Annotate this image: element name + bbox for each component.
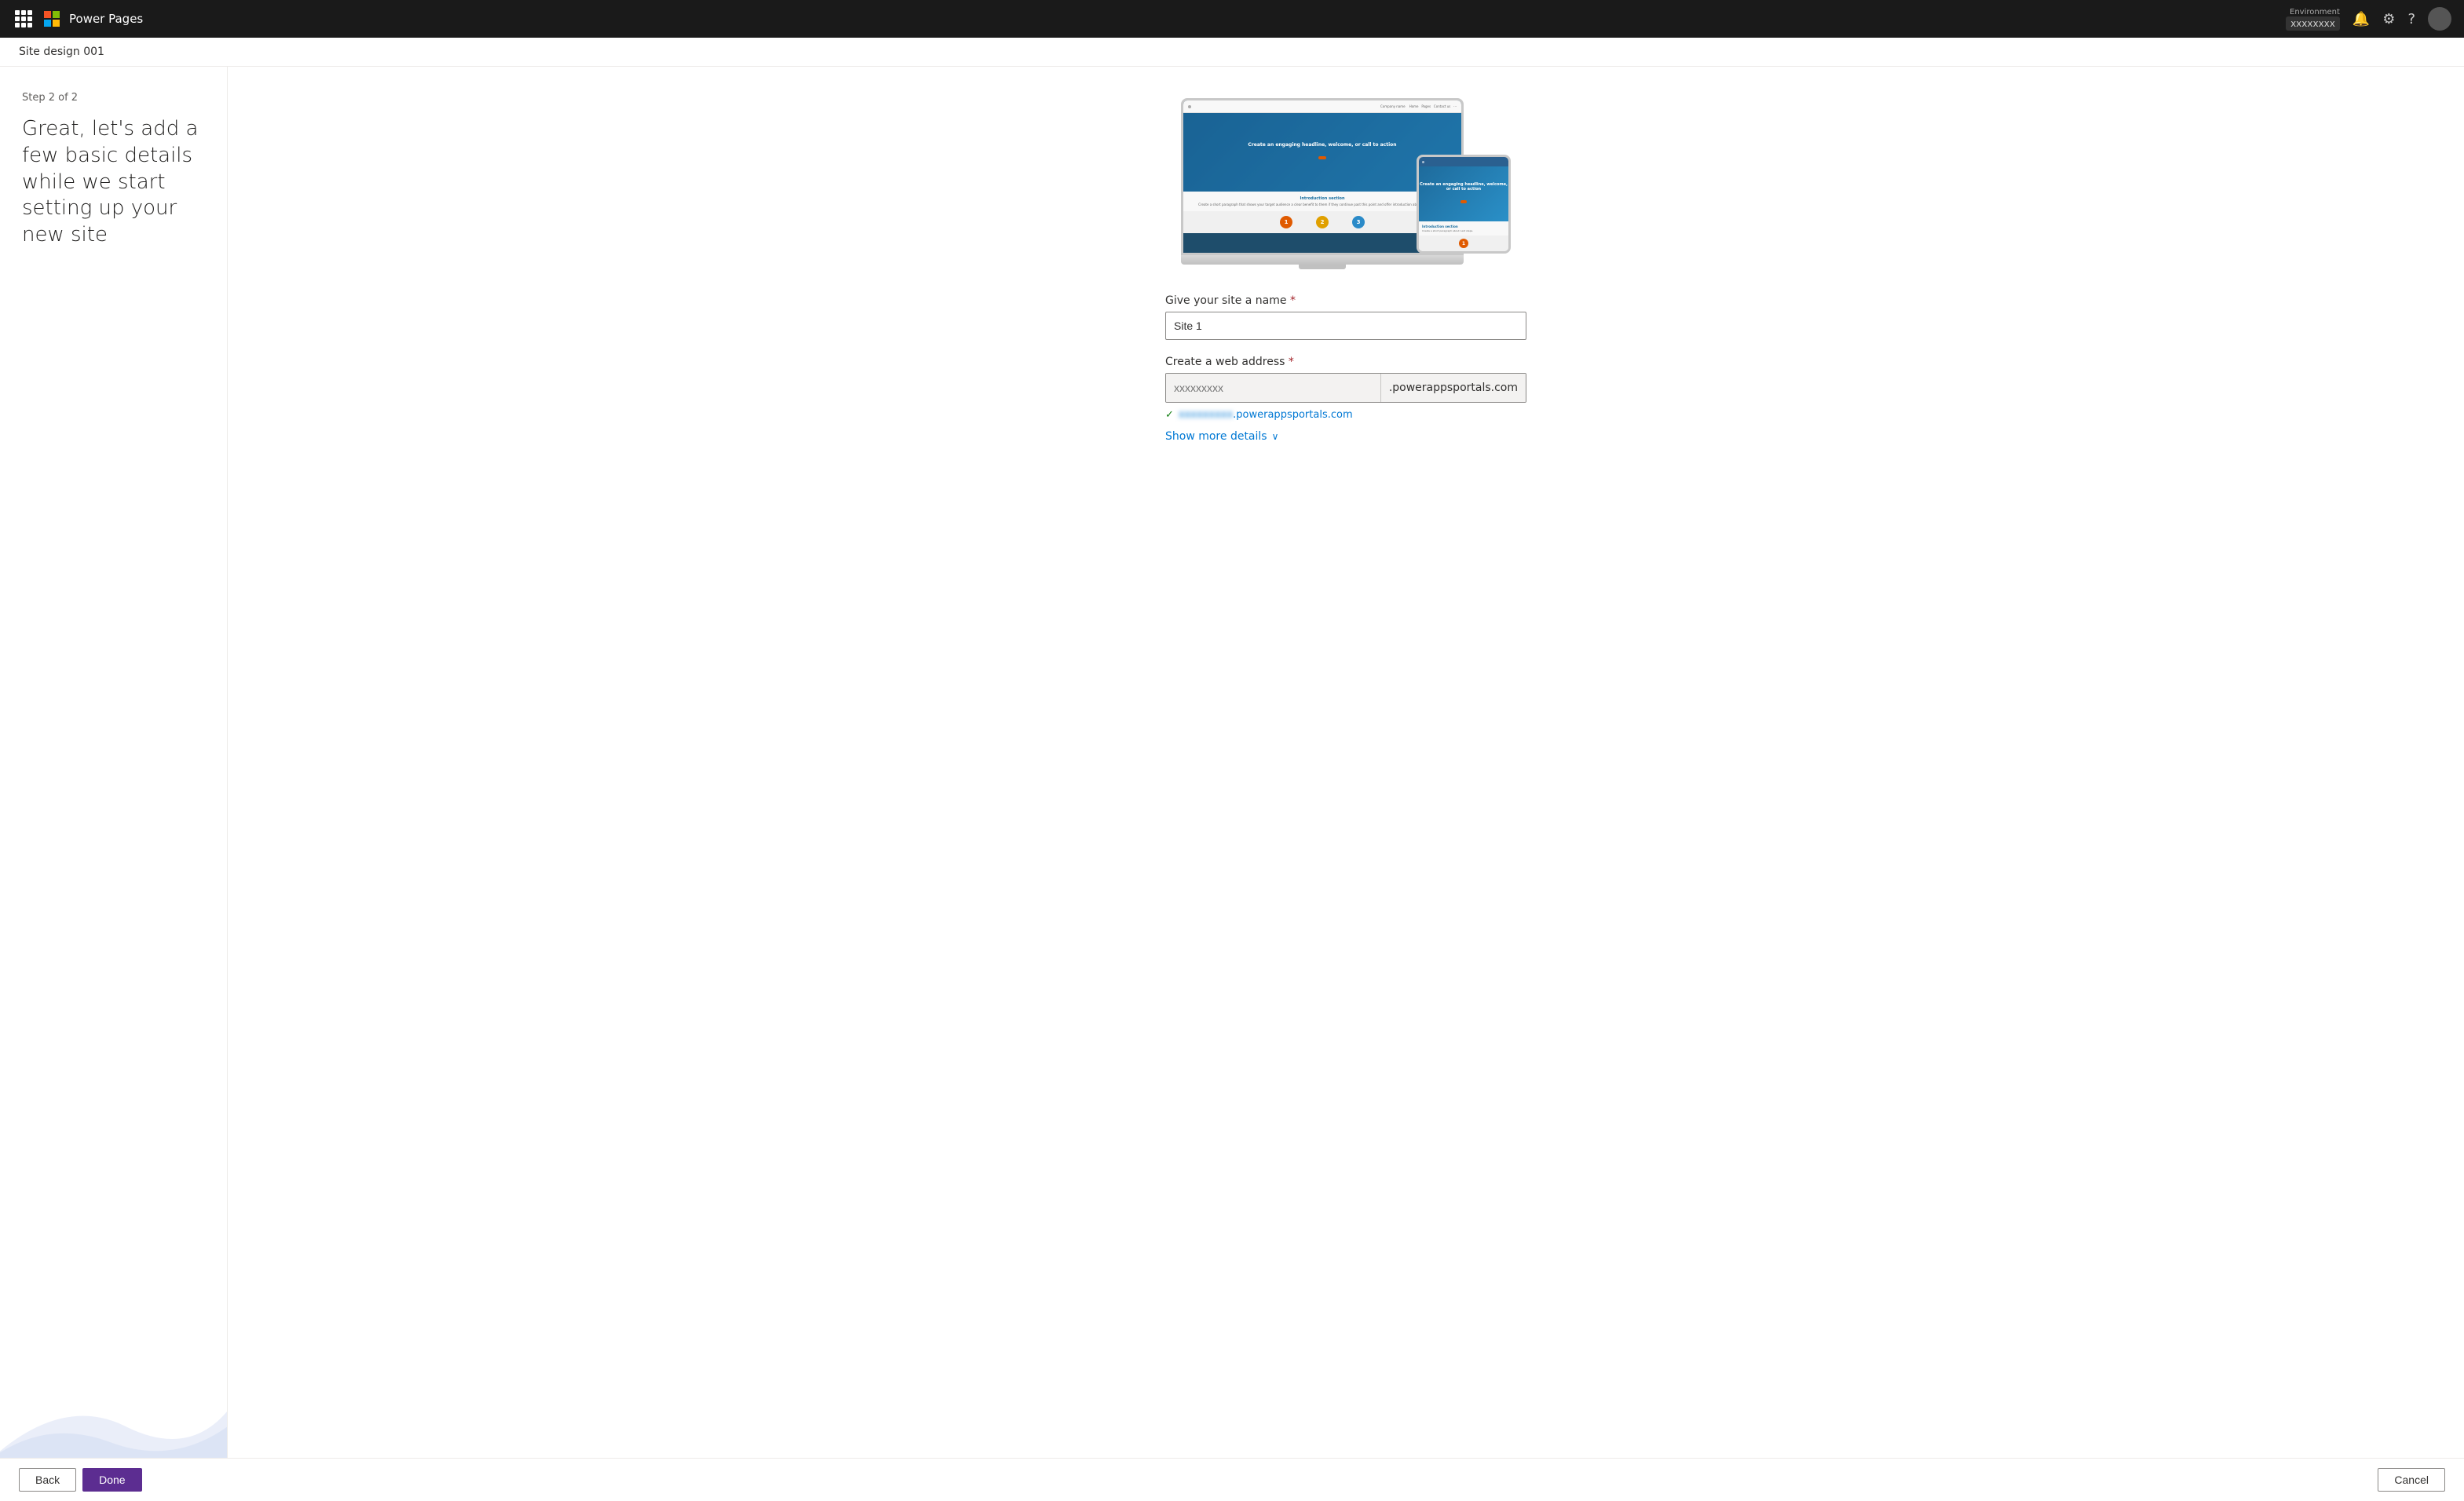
preview-area: Company name Home Pages Contact us ··· C… [1181, 98, 1511, 269]
validation-row: ✓ xxxxxxxxx.powerappsportals.com [1165, 409, 1526, 421]
chevron-down-icon: ∨ [1272, 431, 1279, 442]
laptop-nav-text: Company name Home Pages Contact us ··· [1380, 104, 1457, 108]
environment-name: xxxxxxxx [2286, 16, 2340, 31]
left-panel: Step 2 of 2 Great, let's add a few basic… [0, 67, 228, 1458]
show-more-row[interactable]: Show more details ∨ [1165, 430, 1526, 443]
topnav-right-area: Environment xxxxxxxx 🔔 ⚙ ? [2286, 7, 2451, 31]
phone-content-text: Create a short paragraph about next step… [1422, 229, 1505, 232]
waffle-menu-button[interactable] [13, 8, 35, 30]
validation-check-icon: ✓ [1165, 409, 1174, 421]
done-button[interactable]: Done [82, 1468, 141, 1492]
form-area: Give your site a name * Create a web add… [1165, 294, 1526, 458]
validation-url-suffix: .powerappsportals.com [1233, 409, 1352, 421]
environment-label: Environment [2290, 8, 2340, 16]
left-heading: Great, let's add a few basic details whi… [22, 116, 205, 249]
environment-display[interactable]: Environment xxxxxxxx [2286, 8, 2340, 31]
top-navigation: Power Pages Environment xxxxxxxx 🔔 ⚙ ? [0, 0, 2464, 38]
show-more-label: Show more details [1165, 430, 1267, 443]
hero-headline: Create an engaging headline, welcome, or… [1248, 142, 1396, 148]
right-content: Company name Home Pages Contact us ··· C… [228, 67, 2464, 1458]
web-address-group: Create a web address * .powerappsportals… [1165, 356, 1526, 443]
step-indicator: Step 2 of 2 [22, 92, 205, 104]
notification-bell-icon[interactable]: 🔔 [2352, 11, 2370, 27]
main-layout: Step 2 of 2 Great, let's add a few basic… [0, 67, 2464, 1458]
phone-num-badges: 1 [1419, 236, 1508, 251]
microsoft-logo [44, 11, 60, 27]
site-name-label: Give your site a name * [1165, 294, 1526, 307]
badge-1: 1 [1280, 216, 1292, 228]
cancel-button[interactable]: Cancel [2378, 1468, 2445, 1492]
web-address-suffix: .powerappsportals.com [1380, 374, 1526, 402]
phone-hero-text: Create an engaging headline, welcome, or… [1419, 182, 1508, 192]
web-address-input[interactable] [1166, 374, 1380, 402]
validation-link[interactable]: xxxxxxxxx.powerappsportals.com [1179, 409, 1353, 421]
footer: Back Done Cancel [0, 1458, 2464, 1501]
phone-badge-1: 1 [1459, 239, 1468, 248]
hero-cta-button [1318, 156, 1326, 159]
web-address-required-star: * [1289, 356, 1294, 368]
site-name-input[interactable] [1165, 312, 1526, 340]
web-address-label: Create a web address * [1165, 356, 1526, 368]
required-star: * [1290, 294, 1296, 307]
laptop-screen-nav: Company name Home Pages Contact us ··· [1183, 100, 1461, 113]
page-title: Site design 001 [19, 46, 104, 58]
phone-mockup: Create an engaging headline, welcome, or… [1417, 155, 1511, 254]
phone-hero: Create an engaging headline, welcome, or… [1419, 166, 1508, 221]
page-header: Site design 001 [0, 38, 2464, 67]
validation-url-blurred: xxxxxxxxx [1179, 409, 1233, 421]
wave-decoration [0, 1301, 228, 1458]
back-button[interactable]: Back [19, 1468, 76, 1492]
phone-hero-btn [1460, 200, 1467, 203]
help-question-icon[interactable]: ? [2407, 11, 2415, 27]
user-avatar[interactable] [2428, 7, 2451, 31]
waffle-icon [15, 10, 32, 27]
phone-content: Introduction section Create a short para… [1419, 221, 1508, 236]
laptop-stand [1299, 265, 1346, 269]
laptop-base [1181, 255, 1464, 265]
site-name-group: Give your site a name * [1165, 294, 1526, 340]
settings-gear-icon[interactable]: ⚙ [2382, 11, 2395, 27]
badge-2: 2 [1316, 216, 1329, 228]
app-brand-label: Power Pages [69, 12, 143, 26]
phone-nav [1419, 157, 1508, 166]
phone-content-title: Introduction section [1422, 225, 1505, 228]
web-address-input-row: .powerappsportals.com [1165, 373, 1526, 403]
badge-3: 3 [1352, 216, 1365, 228]
